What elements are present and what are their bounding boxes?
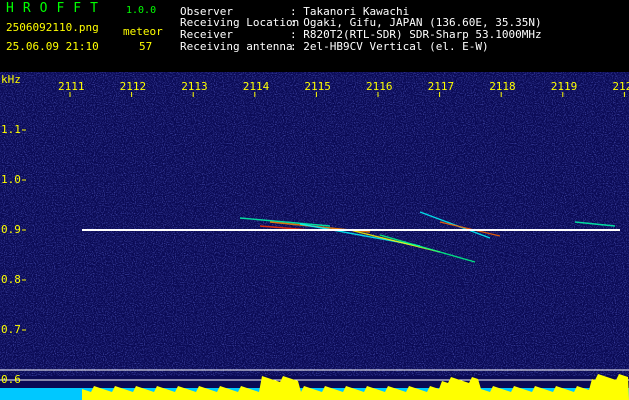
frequency-unit-label: kHz	[1, 73, 21, 86]
time-tick-label: 2118	[489, 80, 516, 93]
time-tick-label: 2112	[119, 80, 147, 93]
time-tick-label: 2120	[612, 80, 629, 93]
time-tick-label: 2119	[550, 80, 578, 93]
frequency-tick-label: 0.6	[1, 373, 21, 386]
frequency-tick-label: 1.0	[1, 173, 21, 186]
time-tick-label: 2114	[242, 80, 270, 93]
time-tick-label: 2113	[181, 80, 208, 93]
frequency-tick-label: 1.1	[1, 123, 21, 136]
frequency-tick-label: 0.8	[1, 273, 21, 286]
date-time: 25.06.09 21:10	[6, 40, 99, 53]
time-tick-label: 2115	[304, 80, 331, 93]
file-name: 2506092110.png	[6, 21, 99, 34]
frequency-tick-label: 0.7	[1, 323, 21, 336]
time-tick-label: 2116	[366, 80, 393, 93]
detection-count: 57	[139, 40, 153, 53]
time-tick-label: 2111	[58, 80, 85, 93]
detection-label: meteor	[123, 25, 163, 38]
frequency-tick-label: 0.9	[1, 223, 21, 236]
spectrogram-plot	[0, 72, 629, 400]
time-tick-label: 2117	[427, 80, 455, 93]
info-value-antenna: : 2el-HB9CV Vertical (el. E-W)	[290, 40, 489, 53]
info-key-antenna: Receiving antenna	[180, 40, 293, 53]
app-version: 1.0.0	[126, 5, 157, 16]
header-panel: HROFFT 1.0.0 2506092110.png meteor 25.06…	[0, 0, 629, 72]
app-title: HROFFT	[6, 1, 107, 16]
